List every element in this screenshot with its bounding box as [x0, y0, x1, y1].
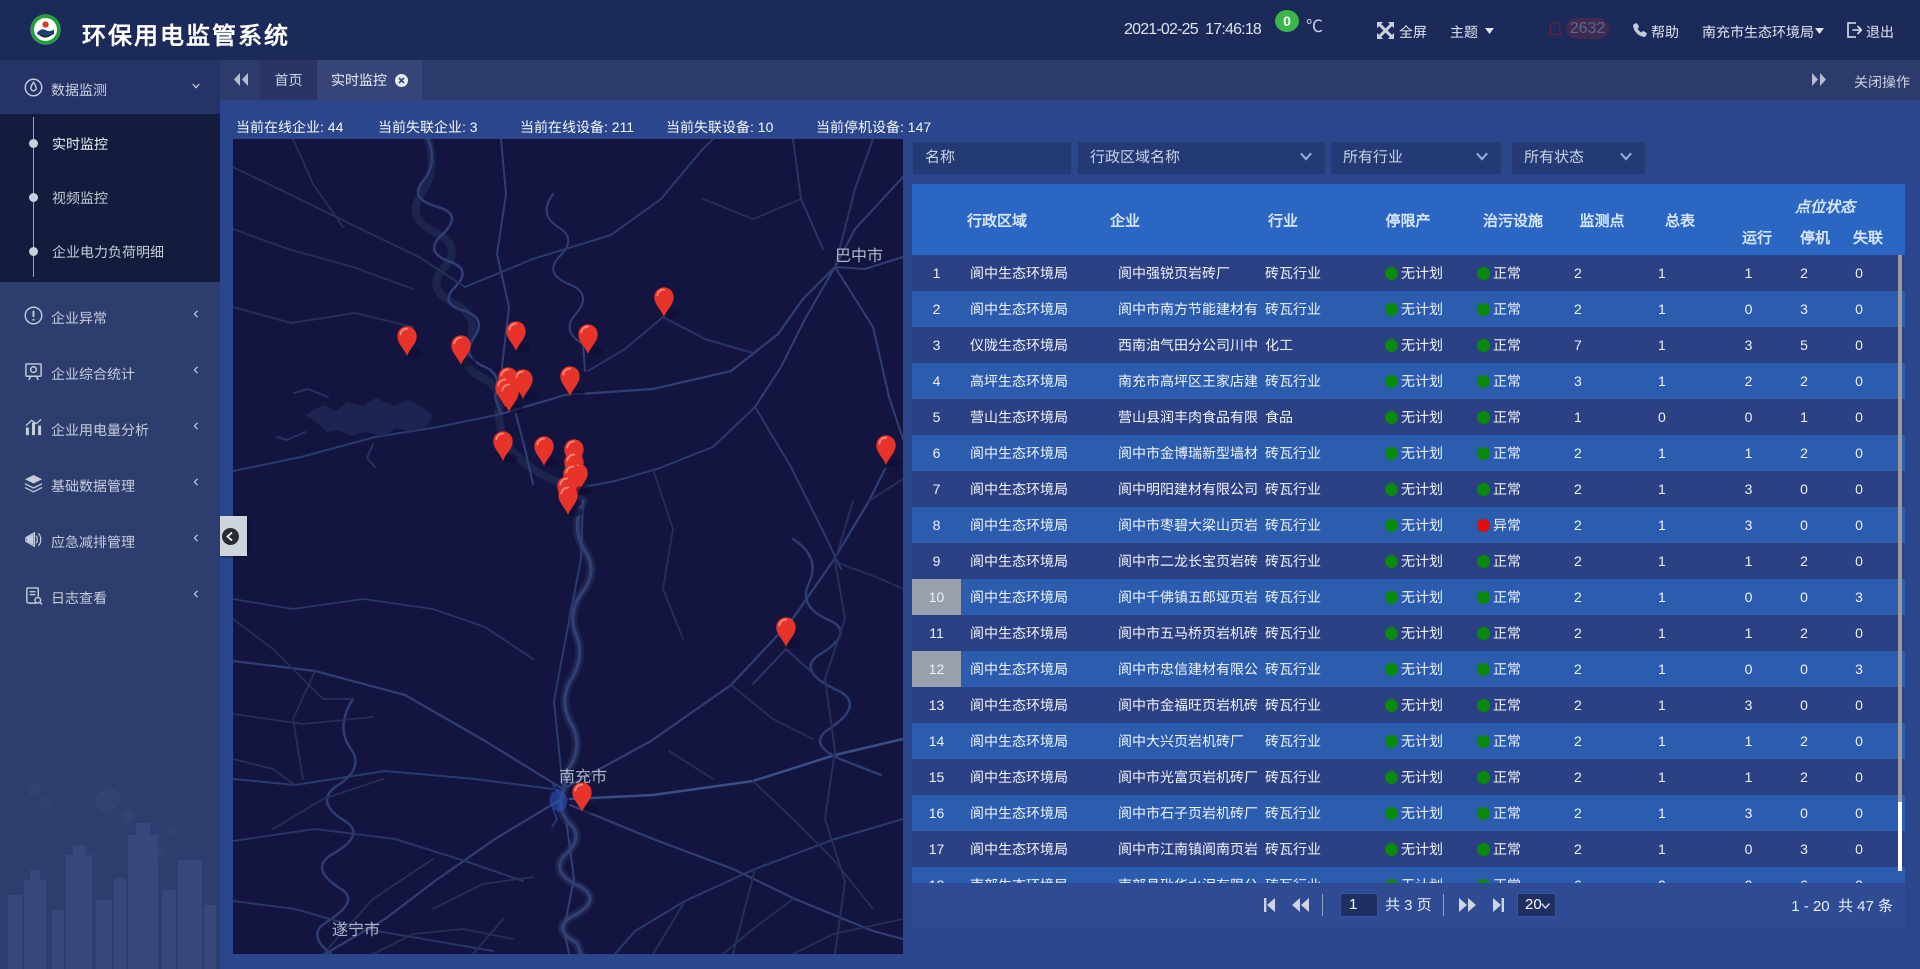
svg-text:巴中市: 巴中市	[835, 247, 883, 265]
svg-text:遂宁市: 遂宁市	[332, 921, 380, 939]
